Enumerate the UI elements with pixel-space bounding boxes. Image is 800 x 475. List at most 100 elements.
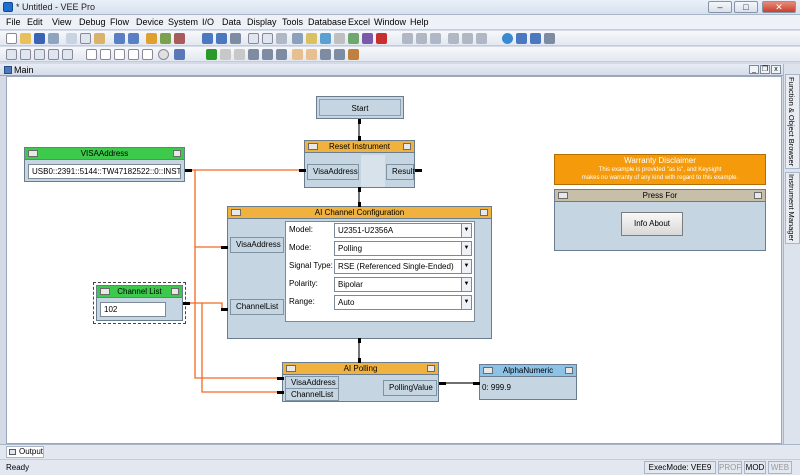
ai-config-minimize-button[interactable] — [231, 209, 241, 216]
ai-polling-channel-input[interactable]: ChannelList — [285, 388, 339, 401]
menu-flow[interactable]: Flow — [110, 17, 129, 27]
output-tab[interactable]: Output — [6, 446, 44, 458]
reset-minimize-button[interactable] — [308, 143, 318, 150]
chevron-down-icon[interactable]: ▼ — [461, 242, 471, 255]
zoom-fit-icon[interactable] — [230, 33, 241, 44]
menu-window[interactable]: Window — [374, 17, 406, 27]
menu-database[interactable]: Database — [308, 17, 347, 27]
ai-config-sequence-out-pin[interactable] — [358, 338, 361, 343]
alphanumeric-menu-button[interactable] — [565, 367, 573, 374]
meter-icon[interactable] — [142, 49, 153, 60]
reset-result-out-pin[interactable] — [415, 169, 422, 172]
ai-config-sequence-in-pin[interactable] — [358, 202, 361, 207]
junction-icon[interactable] — [62, 49, 73, 60]
zoom-in-icon[interactable] — [202, 33, 213, 44]
function-icon[interactable] — [306, 33, 317, 44]
reset-instrument-object[interactable]: Reset Instrument VisaAddress Result — [304, 140, 415, 188]
model-select[interactable]: U2351-U2356A ▼ — [334, 223, 472, 238]
save-icon[interactable] — [34, 33, 45, 44]
step-over-icon[interactable] — [262, 49, 273, 60]
waveform-icon[interactable] — [100, 49, 111, 60]
show-exec-flow-icon[interactable] — [334, 49, 345, 60]
alphanumeric-object[interactable]: AlphaNumeric 0: 999.9 — [479, 364, 577, 400]
visa-menu-button[interactable] — [173, 150, 181, 157]
reset-menu-button[interactable] — [403, 143, 411, 150]
align-bottom-icon[interactable] — [476, 33, 487, 44]
object-icon[interactable] — [362, 33, 373, 44]
step-into-icon[interactable] — [248, 49, 259, 60]
monitor-icon[interactable] — [516, 33, 527, 44]
align-top-icon[interactable] — [448, 33, 459, 44]
properties-icon[interactable] — [160, 33, 171, 44]
undo-icon[interactable] — [114, 33, 125, 44]
copy-icon[interactable] — [80, 33, 91, 44]
grab-icon[interactable] — [306, 49, 317, 60]
align-middle-icon[interactable] — [462, 33, 473, 44]
cut-icon[interactable] — [66, 33, 77, 44]
ai-polling-menu-button[interactable] — [427, 365, 435, 372]
menu-display[interactable]: Display — [247, 17, 277, 27]
menu-tools[interactable]: Tools — [282, 17, 303, 27]
menu-view[interactable]: View — [52, 17, 71, 27]
text-constant-icon[interactable] — [86, 49, 97, 60]
show-data-flow-icon[interactable] — [320, 49, 331, 60]
minimize-button[interactable]: – — [708, 1, 732, 13]
pause-icon[interactable] — [220, 49, 231, 60]
start-object[interactable]: Start — [316, 96, 404, 119]
align-right-icon[interactable] — [430, 33, 441, 44]
close-button[interactable]: ✕ — [762, 1, 796, 13]
ai-polling-visa-in-pin[interactable] — [277, 377, 284, 380]
stop-icon[interactable] — [234, 49, 245, 60]
menu-device[interactable]: Device — [136, 17, 164, 27]
web-icon[interactable] — [502, 33, 513, 44]
visa-address-field[interactable]: USB0::2391::5144::TW47182522::0::INSTR — [28, 164, 181, 179]
channel-list-field[interactable]: 102 — [100, 302, 166, 317]
ai-channel-config-object[interactable]: AI Channel Configuration VisaAddress Cha… — [227, 206, 492, 339]
delete-icon[interactable] — [174, 33, 185, 44]
alphanumeric-in-pin[interactable] — [473, 382, 480, 385]
window-icon[interactable] — [530, 33, 541, 44]
until-break-icon[interactable] — [48, 49, 59, 60]
menu-edit[interactable]: Edit — [27, 17, 43, 27]
reset-result-output[interactable]: Result — [386, 164, 415, 180]
program-canvas[interactable]: Start Reset Instrument VisaAddress Resul… — [6, 76, 782, 444]
chevron-down-icon[interactable]: ▼ — [461, 224, 471, 237]
alphanumeric-minimize-button[interactable] — [483, 367, 493, 374]
stop-sign-icon[interactable] — [158, 49, 169, 60]
channel-list-object[interactable]: Channel List 102 — [93, 282, 186, 324]
for-count-icon[interactable] — [34, 49, 45, 60]
channel-list-out-pin[interactable] — [183, 302, 190, 305]
info-about-button[interactable]: Info About — [621, 212, 683, 236]
run-icon[interactable] — [206, 49, 217, 60]
instrument-icon[interactable] — [292, 33, 303, 44]
program-icon[interactable] — [320, 33, 331, 44]
menu-file[interactable]: File — [6, 17, 21, 27]
menu-help[interactable]: Help — [410, 17, 429, 27]
reset-sequence-out-pin[interactable] — [358, 187, 361, 192]
ai-polling-minimize-button[interactable] — [286, 365, 296, 372]
new-file-icon[interactable] — [6, 33, 17, 44]
channel-list-menu-button[interactable] — [171, 288, 179, 295]
ai-config-channel-in-pin[interactable] — [221, 308, 228, 311]
ai-config-visa-in-pin[interactable] — [221, 246, 228, 249]
align-left-icon[interactable] — [402, 33, 413, 44]
chevron-down-icon[interactable]: ▼ — [461, 296, 471, 309]
hand-icon[interactable] — [292, 49, 303, 60]
reset-visa-input[interactable]: VisaAddress — [307, 164, 359, 180]
menu-system[interactable]: System — [168, 17, 198, 27]
maximize-button[interactable]: □ — [734, 1, 758, 13]
visa-out-pin[interactable] — [185, 169, 192, 172]
ai-polling-value-output[interactable]: PollingValue — [383, 380, 437, 396]
visa-minimize-button[interactable] — [28, 150, 38, 157]
press-for-minimize-button[interactable] — [558, 192, 568, 199]
instrument-manager-tab[interactable]: Instrument Manager — [785, 172, 800, 244]
align-icon[interactable] — [276, 33, 287, 44]
ai-polling-channel-in-pin[interactable] — [277, 391, 284, 394]
settings-icon[interactable] — [334, 33, 345, 44]
panel-view-icon[interactable] — [262, 33, 273, 44]
user-object-icon[interactable] — [174, 49, 185, 60]
start-sequence-out-pin[interactable] — [358, 119, 361, 124]
ai-config-menu-button[interactable] — [480, 209, 488, 216]
workspace-close-button[interactable]: x — [771, 65, 781, 74]
ai-config-channel-input[interactable]: ChannelList — [230, 299, 284, 315]
